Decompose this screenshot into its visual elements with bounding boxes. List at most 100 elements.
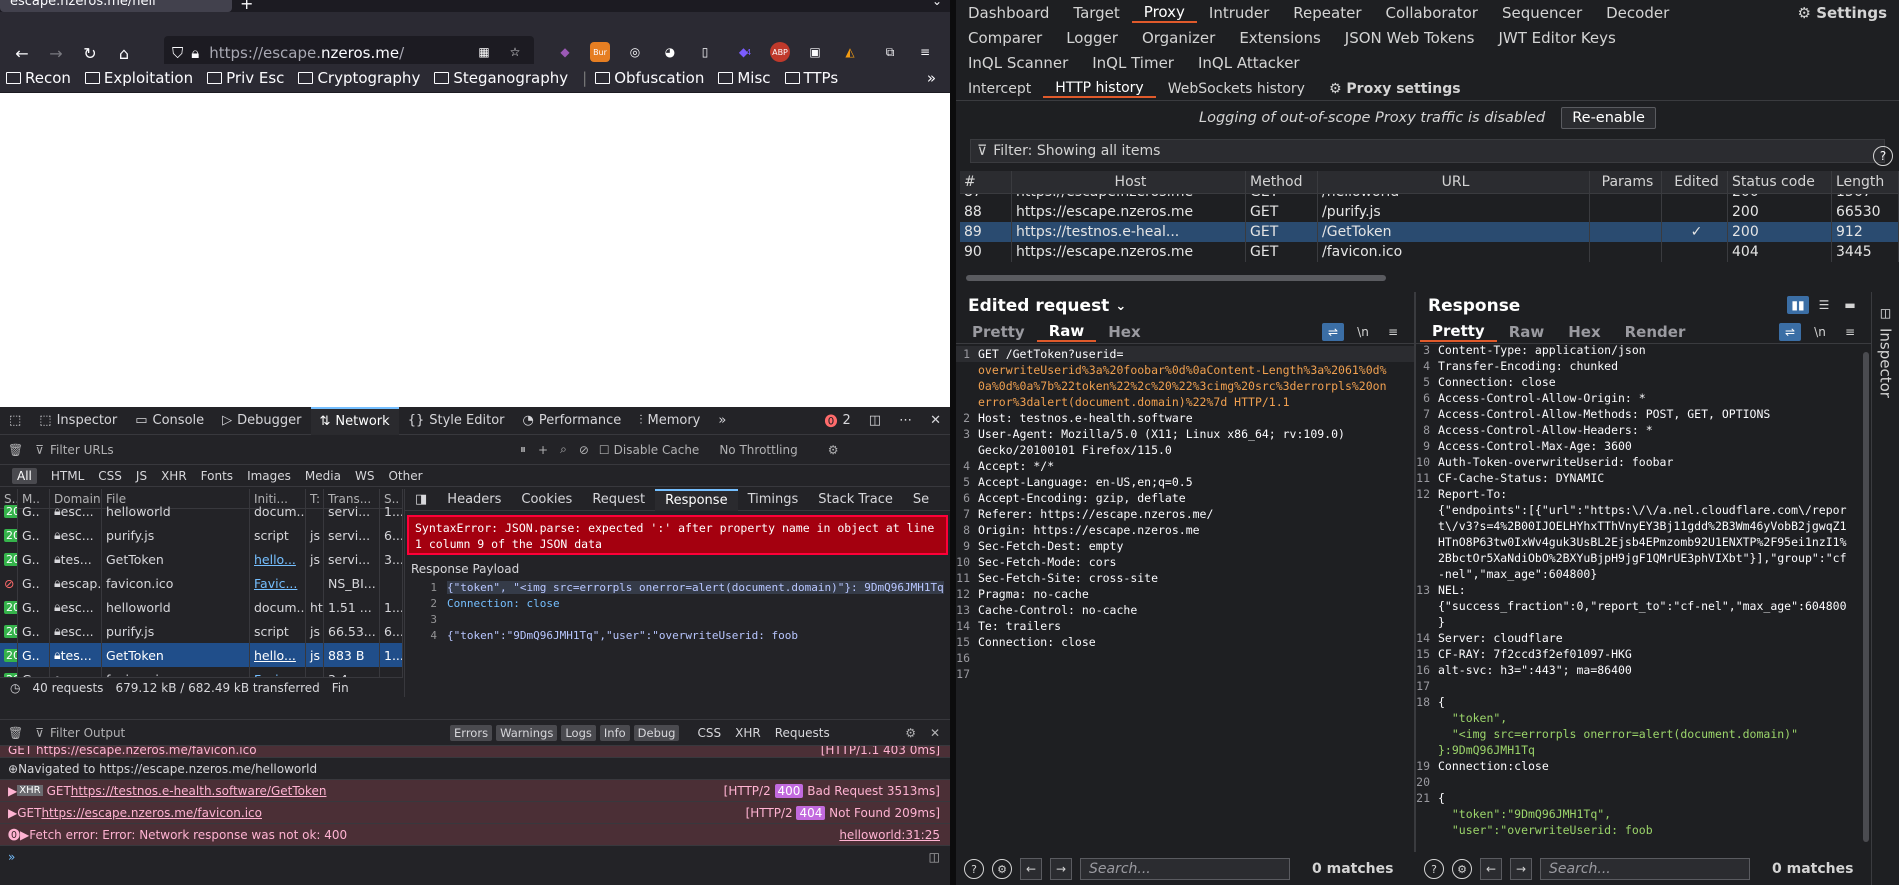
fox-icon[interactable]: ◭ [840,42,860,62]
bookmark-recon[interactable]: Recon [6,69,71,87]
more-tabs-icon[interactable]: » [709,407,735,435]
bookmark-ttps[interactable]: TTPs [784,69,838,87]
console-line[interactable]: ⓿ ▶ Fetch error: Error: Network response… [0,824,950,846]
help-icon[interactable]: ? [1873,146,1893,166]
network-row[interactable]: 200G..🔒︎ esc...helloworlddocum...servi..… [0,499,403,523]
clipboard-icon[interactable]: ▯ [695,42,715,62]
expand-arrow-icon[interactable]: ▶ [8,784,17,798]
more-options-icon[interactable]: ⋯ [890,407,921,435]
pause-icon[interactable]: ⏸ [520,442,526,457]
history-row[interactable]: 87https://escape.nzeros.meGET/helloworld… [960,194,1899,202]
prev-match-icon[interactable]: ← [1480,858,1502,880]
type-filter-images[interactable]: Images [247,469,291,483]
pane-menu-icon[interactable]: ≡ [1382,323,1404,341]
wrap-toggle-icon[interactable]: ⇌ [1779,322,1801,341]
menu-organizer[interactable]: Organizer [1130,29,1227,47]
response-search-input[interactable]: Search... [1540,858,1750,880]
reload-icon[interactable]: ↻ [76,39,104,67]
editor-tab-hex[interactable]: Hex [1096,323,1152,341]
menu-proxy[interactable]: Proxy [1131,3,1197,23]
type-filter-other[interactable]: Other [388,469,422,483]
help-icon[interactable]: ? [1424,859,1444,879]
history-column-header[interactable]: Edited [1662,171,1728,193]
type-filter-all[interactable]: All [12,467,37,484]
editor-tab-raw[interactable]: Raw [1497,323,1557,341]
split-console-icon[interactable]: ◫ [929,850,940,864]
wappalyzer-icon[interactable]: ◆ 4 [735,42,755,62]
back-icon[interactable]: ← [8,39,36,67]
tab-inspector[interactable]: ⬚ Inspector [30,407,126,435]
history-column-header[interactable]: Host [1012,171,1246,193]
menu-collaborator[interactable]: Collaborator [1374,4,1490,22]
layout-side-icon[interactable]: ▮▮ [1787,296,1809,314]
network-row[interactable]: 200G..🔒︎ tes...GetTokenhello...jsservi..… [0,547,403,571]
extension-grid-icon[interactable]: ▣ [805,42,825,62]
menu-dashboard[interactable]: Dashboard [956,4,1061,22]
console-cat-requests[interactable]: Requests [775,726,830,740]
history-column-header[interactable]: Length [1832,171,1899,193]
forward-icon[interactable]: → [42,39,70,67]
menu-inql-timer[interactable]: InQL Timer [1080,54,1186,72]
tab-style-editor[interactable]: {} Style Editor [399,407,514,435]
bookmark-priv-esc[interactable]: Priv Esc [207,69,284,87]
console-level-info[interactable]: Info [599,724,630,741]
detail-tab-headers[interactable]: Headers [437,489,511,511]
initiator-cell[interactable]: docum... [250,499,306,523]
menu-jwt-editor-keys[interactable]: JWT Editor Keys [1486,29,1627,47]
request-url[interactable]: https://testnos.e-health.software/GetTok… [71,784,327,798]
console-level-logs[interactable]: Logs [561,724,596,741]
request-url[interactable]: https://escape.nzeros.me/favicon.ico [41,806,262,820]
network-row[interactable]: 200G..🔒︎ tes...GetTokenhello...js883 B1.… [0,643,403,667]
tor-icon[interactable]: ◆ [555,42,575,62]
console-level-debug[interactable]: Debug [633,724,680,741]
initiator-cell[interactable]: hello... [250,643,306,667]
source-link[interactable]: helloworld:31:25 [839,828,940,842]
bookmark-star-icon[interactable]: ☆ [505,42,525,62]
detail-tab-stack-trace[interactable]: Stack Trace [808,489,903,511]
filter-urls-input[interactable]: Filter URLs [50,443,520,457]
filter-bar[interactable]: ⊽ Filter: Showing all items [970,139,1885,163]
filter-output-input[interactable]: Filter Output [50,726,450,740]
newline-toggle-icon[interactable]: \n [1352,323,1374,341]
trash-icon[interactable]: 🗑︎ [8,443,23,457]
cookie-icon[interactable]: ◎ [625,42,645,62]
chevrons-right-icon[interactable]: » [927,69,936,87]
menu-json-web-tokens[interactable]: JSON Web Tokens [1333,29,1487,47]
detail-tab-request[interactable]: Request [582,489,655,511]
wrap-toggle-icon[interactable]: ⇌ [1322,322,1344,341]
adblock-icon[interactable]: ABP [770,42,790,62]
editor-tab-hex[interactable]: Hex [1556,323,1612,341]
dock-icon[interactable]: ◫ [860,407,890,435]
network-row[interactable]: ⊘G..🔒︎ escap...favicon.icoFavic...NS_BI.… [0,571,403,595]
search-icon[interactable]: ⌕ [560,442,567,457]
history-column-header[interactable]: Status code [1728,171,1832,193]
history-row[interactable]: 89 https://testnos.e-heal... GET/GetToken ✓… [960,222,1899,242]
disable-cache-checkbox[interactable]: ☐ [599,443,610,457]
initiator-cell[interactable]: Favic... [250,571,306,595]
type-filter-js[interactable]: JS [136,469,147,483]
newline-toggle-icon[interactable]: \n [1809,323,1831,341]
browser-tab[interactable]: escape.nzeros.me/hell [0,0,232,12]
add-icon[interactable]: + [538,443,548,457]
burp-extension-icon[interactable]: Bur [590,42,610,62]
console-cat-xhr[interactable]: XHR [735,726,761,740]
home-icon[interactable]: ⌂ [110,39,138,67]
expand-arrow-icon[interactable]: ▶ [8,806,17,820]
menu-extensions[interactable]: Extensions [1227,29,1332,47]
block-icon[interactable]: ⊘ [579,443,589,457]
tab-console[interactable]: ▭ Console [126,407,213,435]
initiator-cell[interactable]: docum... [250,595,306,619]
subtab-proxy-settings[interactable]: ⚙ Proxy settings [1317,81,1473,97]
type-filter-html[interactable]: HTML [51,469,84,483]
menu-repeater[interactable]: Repeater [1281,4,1373,22]
settings-gear-icon[interactable]: ⚙ [828,443,839,457]
clear-console-icon[interactable]: 🗑︎ [8,726,23,740]
subtab-websockets-history[interactable]: WebSockets history [1156,81,1317,97]
network-row[interactable]: 200G..🔒︎ esc...purify.jsscriptjs66.53...… [0,619,403,643]
tab-memory[interactable]: ⫶ Memory [630,407,709,435]
tab-debugger[interactable]: ▷ Debugger [213,407,310,435]
owl-icon[interactable]: ◕ [660,42,680,62]
error-count-badge[interactable]: ⓿2 [816,407,860,435]
detail-tab-cookies[interactable]: Cookies [511,489,582,511]
history-column-header[interactable]: Method [1246,171,1318,193]
